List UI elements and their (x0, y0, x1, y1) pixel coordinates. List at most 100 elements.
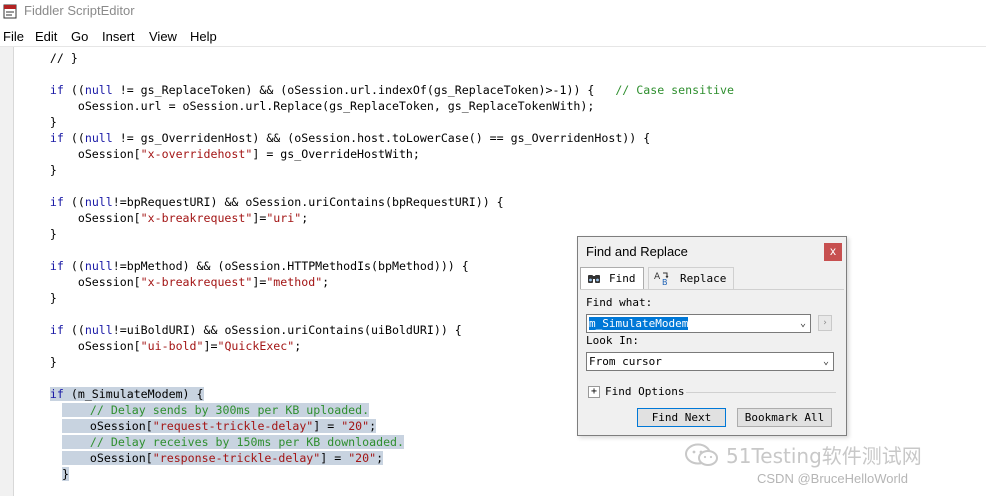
code-token: "x-breakrequest" (140, 211, 253, 225)
menu-insert[interactable]: Insert (102, 29, 135, 44)
code-token: null (84, 131, 113, 145)
code-line: if ((null != gs_ReplaceToken) && (oSessi… (22, 82, 734, 98)
code-line: } (62, 466, 69, 482)
code-line: oSession["x-overridehost"] = gs_Override… (22, 146, 420, 162)
code-token: "method" (266, 275, 323, 289)
code-token: "QuickExec" (217, 339, 295, 353)
code-token: ; (369, 419, 377, 433)
watermark-author: CSDN @BruceHelloWorld (757, 471, 908, 486)
code-token: null (84, 195, 113, 209)
tab-find-label: Find (609, 272, 636, 285)
code-token: null (84, 323, 113, 337)
code-token: ; (301, 211, 309, 225)
code-line: oSession["x-breakrequest"]="uri"; (22, 210, 308, 226)
svg-text:A: A (654, 272, 661, 282)
look-in-select[interactable]: From cursor ⌄ (586, 352, 834, 371)
code-token: oSession[ (22, 339, 141, 353)
code-token: if (49, 387, 64, 401)
code-token: if (49, 195, 64, 209)
code-token: (( (63, 195, 85, 209)
fiddler-script-editor-icon (3, 4, 17, 19)
code-token: null (84, 83, 113, 97)
code-token: // Delay receives by 150ms per KB downlo… (62, 435, 405, 449)
code-line: // Delay receives by 150ms per KB downlo… (62, 434, 405, 450)
look-in-label: Look In: (586, 334, 639, 347)
code-token: oSession.url = oSession.url.Replace(gs_R… (22, 99, 595, 113)
look-in-value: From cursor (589, 355, 662, 368)
tab-replace-label: Replace (680, 272, 727, 285)
code-token: oSession[ (22, 275, 141, 289)
code-line: // Delay sends by 300ms per KB uploaded. (62, 402, 370, 418)
chevron-down-icon[interactable]: ⌄ (800, 315, 806, 332)
code-token: // } (22, 51, 78, 65)
find-next-button[interactable]: Find Next (637, 408, 726, 427)
code-token: "request-trickle-delay" (152, 419, 314, 433)
expand-plus-icon[interactable]: + (588, 386, 600, 398)
find-what-input[interactable]: m_SimulateModem ⌄ (586, 314, 811, 333)
code-token: "20" (348, 451, 377, 465)
tab-replace[interactable]: A B Replace (648, 267, 734, 289)
code-line: } (22, 226, 57, 242)
tab-find[interactable]: Find (580, 267, 644, 290)
find-what-label: Find what: (586, 296, 653, 309)
code-token: ; (294, 339, 302, 353)
code-token: !=bpRequestURI) && oSession.uriContains(… (112, 195, 504, 209)
code-token: !=bpMethod) && (oSession.HTTPMethodIs(bp… (112, 259, 469, 273)
code-token: null (84, 259, 113, 273)
menu-help[interactable]: Help (190, 29, 217, 44)
menu-file[interactable]: File (3, 29, 24, 44)
code-line: // } (22, 50, 78, 66)
code-token: } (22, 115, 57, 129)
code-line: } (22, 354, 57, 370)
code-token: (( (63, 259, 85, 273)
find-options-row[interactable]: + Find Options (588, 384, 836, 400)
code-token: } (62, 467, 69, 481)
tab-divider (580, 289, 844, 290)
code-token: (( (63, 131, 85, 145)
menu-bar: File Edit Go Insert View Help (0, 26, 986, 46)
code-token: != gs_OverridenHost) && (oSession.host.t… (112, 131, 651, 145)
code-token: "20" (341, 419, 370, 433)
code-token: "ui-bold" (140, 339, 204, 353)
code-token: (( (63, 83, 85, 97)
menu-go[interactable]: Go (71, 29, 88, 44)
options-divider (686, 392, 836, 393)
menu-view[interactable]: View (149, 29, 177, 44)
replace-icon: A B (654, 272, 669, 286)
code-line: oSession.url = oSession.url.Replace(gs_R… (22, 98, 595, 114)
code-token: "response-trickle-delay" (152, 451, 321, 465)
code-line: if ((null!=bpMethod) && (oSession.HTTPMe… (22, 258, 469, 274)
close-button[interactable]: x (824, 243, 842, 261)
code-line: } (22, 162, 57, 178)
code-line: oSession["response-trickle-delay"] = "20… (62, 450, 384, 466)
code-line: } (22, 290, 57, 306)
menu-edit[interactable]: Edit (35, 29, 57, 44)
code-token: if (49, 259, 64, 273)
chevron-right-icon[interactable]: › (818, 315, 832, 331)
editor-gutter (0, 47, 14, 496)
code-token: ]= (252, 275, 267, 289)
window-title: Fiddler ScriptEditor (24, 3, 135, 18)
bookmark-all-button[interactable]: Bookmark All (737, 408, 832, 427)
find-replace-dialog: Find and Replace x Find A B Replace Find… (577, 236, 847, 436)
chevron-down-icon: ⌄ (822, 356, 829, 367)
code-token: ] = (320, 451, 349, 465)
watermark-text: 51Testing软件测试网 (726, 444, 922, 468)
code-token: // Case sensitive (615, 83, 734, 97)
code-token: } (22, 227, 57, 241)
svg-text:B: B (662, 278, 668, 286)
code-token: "uri" (266, 211, 302, 225)
code-line: oSession["ui-bold"]="QuickExec"; (22, 338, 301, 354)
code-token: oSession[ (62, 451, 153, 465)
code-line: if ((null!=uiBoldURI) && oSession.uriCon… (22, 322, 462, 338)
title-bar: Fiddler ScriptEditor (0, 0, 986, 24)
code-token: ]= (203, 339, 218, 353)
code-line: } (22, 114, 57, 130)
code-line: oSession["x-breakrequest"]="method"; (22, 274, 329, 290)
wechat-logo-icon (685, 443, 718, 466)
code-token: // Delay sends by 300ms per KB uploaded. (62, 403, 370, 417)
